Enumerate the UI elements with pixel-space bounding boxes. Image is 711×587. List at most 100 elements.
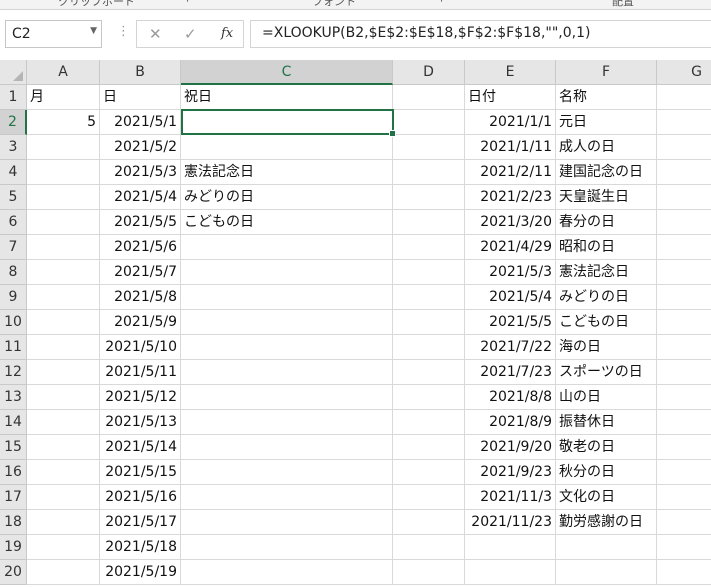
cell-g6[interactable] xyxy=(657,210,711,235)
cell-c10[interactable] xyxy=(181,310,393,335)
cell-d9[interactable] xyxy=(393,285,465,310)
cell-b16[interactable]: 2021/5/15 xyxy=(100,460,181,485)
cell-g19[interactable] xyxy=(657,535,711,560)
row-header-5[interactable]: 5 xyxy=(0,185,27,210)
cell-d17[interactable] xyxy=(393,485,465,510)
cell-d10[interactable] xyxy=(393,310,465,335)
cell-f1[interactable]: 名称 xyxy=(556,85,657,110)
cell-f2[interactable]: 元日 xyxy=(556,110,657,135)
cell-f20[interactable] xyxy=(556,560,657,585)
cell-f17[interactable]: 文化の日 xyxy=(556,485,657,510)
cell-a13[interactable] xyxy=(27,385,100,410)
row-header-17[interactable]: 17 xyxy=(0,485,27,510)
row-header-6[interactable]: 6 xyxy=(0,210,27,235)
cell-e17[interactable]: 2021/11/3 xyxy=(465,485,556,510)
row-header-11[interactable]: 11 xyxy=(0,335,27,360)
cell-b10[interactable]: 2021/5/9 xyxy=(100,310,181,335)
cell-d8[interactable] xyxy=(393,260,465,285)
column-header-g[interactable]: G xyxy=(657,60,711,85)
cell-d1[interactable] xyxy=(393,85,465,110)
cell-f5[interactable]: 天皇誕生日 xyxy=(556,185,657,210)
cell-g3[interactable] xyxy=(657,135,711,160)
cell-e4[interactable]: 2021/2/11 xyxy=(465,160,556,185)
cell-f12[interactable]: スポーツの日 xyxy=(556,360,657,385)
ribbon-group-clipboard[interactable]: クリップボード xyxy=(58,0,135,9)
cell-f19[interactable] xyxy=(556,535,657,560)
row-header-1[interactable]: 1 xyxy=(0,85,27,110)
cell-a6[interactable] xyxy=(27,210,100,235)
enter-icon[interactable]: ✓ xyxy=(184,25,197,43)
cell-f9[interactable]: みどりの日 xyxy=(556,285,657,310)
cell-g12[interactable] xyxy=(657,360,711,385)
cell-a4[interactable] xyxy=(27,160,100,185)
cell-a18[interactable] xyxy=(27,510,100,535)
cell-g5[interactable] xyxy=(657,185,711,210)
cell-c17[interactable] xyxy=(181,485,393,510)
cell-g17[interactable] xyxy=(657,485,711,510)
cell-f8[interactable]: 憲法記念日 xyxy=(556,260,657,285)
cell-a10[interactable] xyxy=(27,310,100,335)
column-header-d[interactable]: D xyxy=(393,60,465,85)
column-header-b[interactable]: B xyxy=(100,60,181,85)
insert-function-icon[interactable]: fx xyxy=(221,26,233,41)
cell-b17[interactable]: 2021/5/16 xyxy=(100,485,181,510)
cell-b1[interactable]: 日 xyxy=(100,85,181,110)
cell-c2[interactable] xyxy=(181,110,393,135)
cell-c6[interactable]: こどもの日 xyxy=(181,210,393,235)
formula-bar-grip-icon[interactable]: ⋮ xyxy=(117,24,130,39)
cell-d5[interactable] xyxy=(393,185,465,210)
cell-d14[interactable] xyxy=(393,410,465,435)
cell-c16[interactable] xyxy=(181,460,393,485)
cell-d6[interactable] xyxy=(393,210,465,235)
cell-b9[interactable]: 2021/5/8 xyxy=(100,285,181,310)
cell-e5[interactable]: 2021/2/23 xyxy=(465,185,556,210)
row-header-2[interactable]: 2 xyxy=(0,110,27,135)
row-header-14[interactable]: 14 xyxy=(0,410,27,435)
cell-g9[interactable] xyxy=(657,285,711,310)
formula-input[interactable]: =XLOOKUP(B2,$E$2:$E$18,$F$2:$F$18,"",0,1… xyxy=(250,20,711,48)
cell-e15[interactable]: 2021/9/20 xyxy=(465,435,556,460)
cell-g18[interactable] xyxy=(657,510,711,535)
cell-g13[interactable] xyxy=(657,385,711,410)
cell-g4[interactable] xyxy=(657,160,711,185)
cell-b4[interactable]: 2021/5/3 xyxy=(100,160,181,185)
cell-f7[interactable]: 昭和の日 xyxy=(556,235,657,260)
cell-e8[interactable]: 2021/5/3 xyxy=(465,260,556,285)
cell-e3[interactable]: 2021/1/11 xyxy=(465,135,556,160)
cell-e20[interactable] xyxy=(465,560,556,585)
cancel-icon[interactable]: ✕ xyxy=(149,25,162,43)
cell-d4[interactable] xyxy=(393,160,465,185)
cell-e6[interactable]: 2021/3/20 xyxy=(465,210,556,235)
cell-g20[interactable] xyxy=(657,560,711,585)
cell-a3[interactable] xyxy=(27,135,100,160)
cell-e16[interactable]: 2021/9/23 xyxy=(465,460,556,485)
cell-b14[interactable]: 2021/5/13 xyxy=(100,410,181,435)
cell-a17[interactable] xyxy=(27,485,100,510)
ribbon-group-font[interactable]: フォント xyxy=(312,0,356,9)
cell-e13[interactable]: 2021/8/8 xyxy=(465,385,556,410)
cell-d11[interactable] xyxy=(393,335,465,360)
cell-c3[interactable] xyxy=(181,135,393,160)
cell-a15[interactable] xyxy=(27,435,100,460)
cell-c15[interactable] xyxy=(181,435,393,460)
cell-d3[interactable] xyxy=(393,135,465,160)
ribbon-group-alignment[interactable]: 配置 xyxy=(612,0,634,9)
cell-b3[interactable]: 2021/5/2 xyxy=(100,135,181,160)
cell-f14[interactable]: 振替休日 xyxy=(556,410,657,435)
cell-g1[interactable] xyxy=(657,85,711,110)
cell-f15[interactable]: 敬老の日 xyxy=(556,435,657,460)
cell-e1[interactable]: 日付 xyxy=(465,85,556,110)
chevron-down-icon[interactable]: ▼ xyxy=(90,26,97,36)
cell-b2[interactable]: 2021/5/1 xyxy=(100,110,181,135)
clipboard-launcher-icon[interactable]: ⌐ xyxy=(186,0,195,6)
cell-e10[interactable]: 2021/5/5 xyxy=(465,310,556,335)
cell-b20[interactable]: 2021/5/19 xyxy=(100,560,181,585)
cell-c8[interactable] xyxy=(181,260,393,285)
cell-a2[interactable]: 5 xyxy=(27,110,100,135)
cell-g14[interactable] xyxy=(657,410,711,435)
cell-d13[interactable] xyxy=(393,385,465,410)
cell-e11[interactable]: 2021/7/22 xyxy=(465,335,556,360)
cell-a8[interactable] xyxy=(27,260,100,285)
name-box[interactable]: C2 ▼ xyxy=(5,20,102,48)
cell-c7[interactable] xyxy=(181,235,393,260)
